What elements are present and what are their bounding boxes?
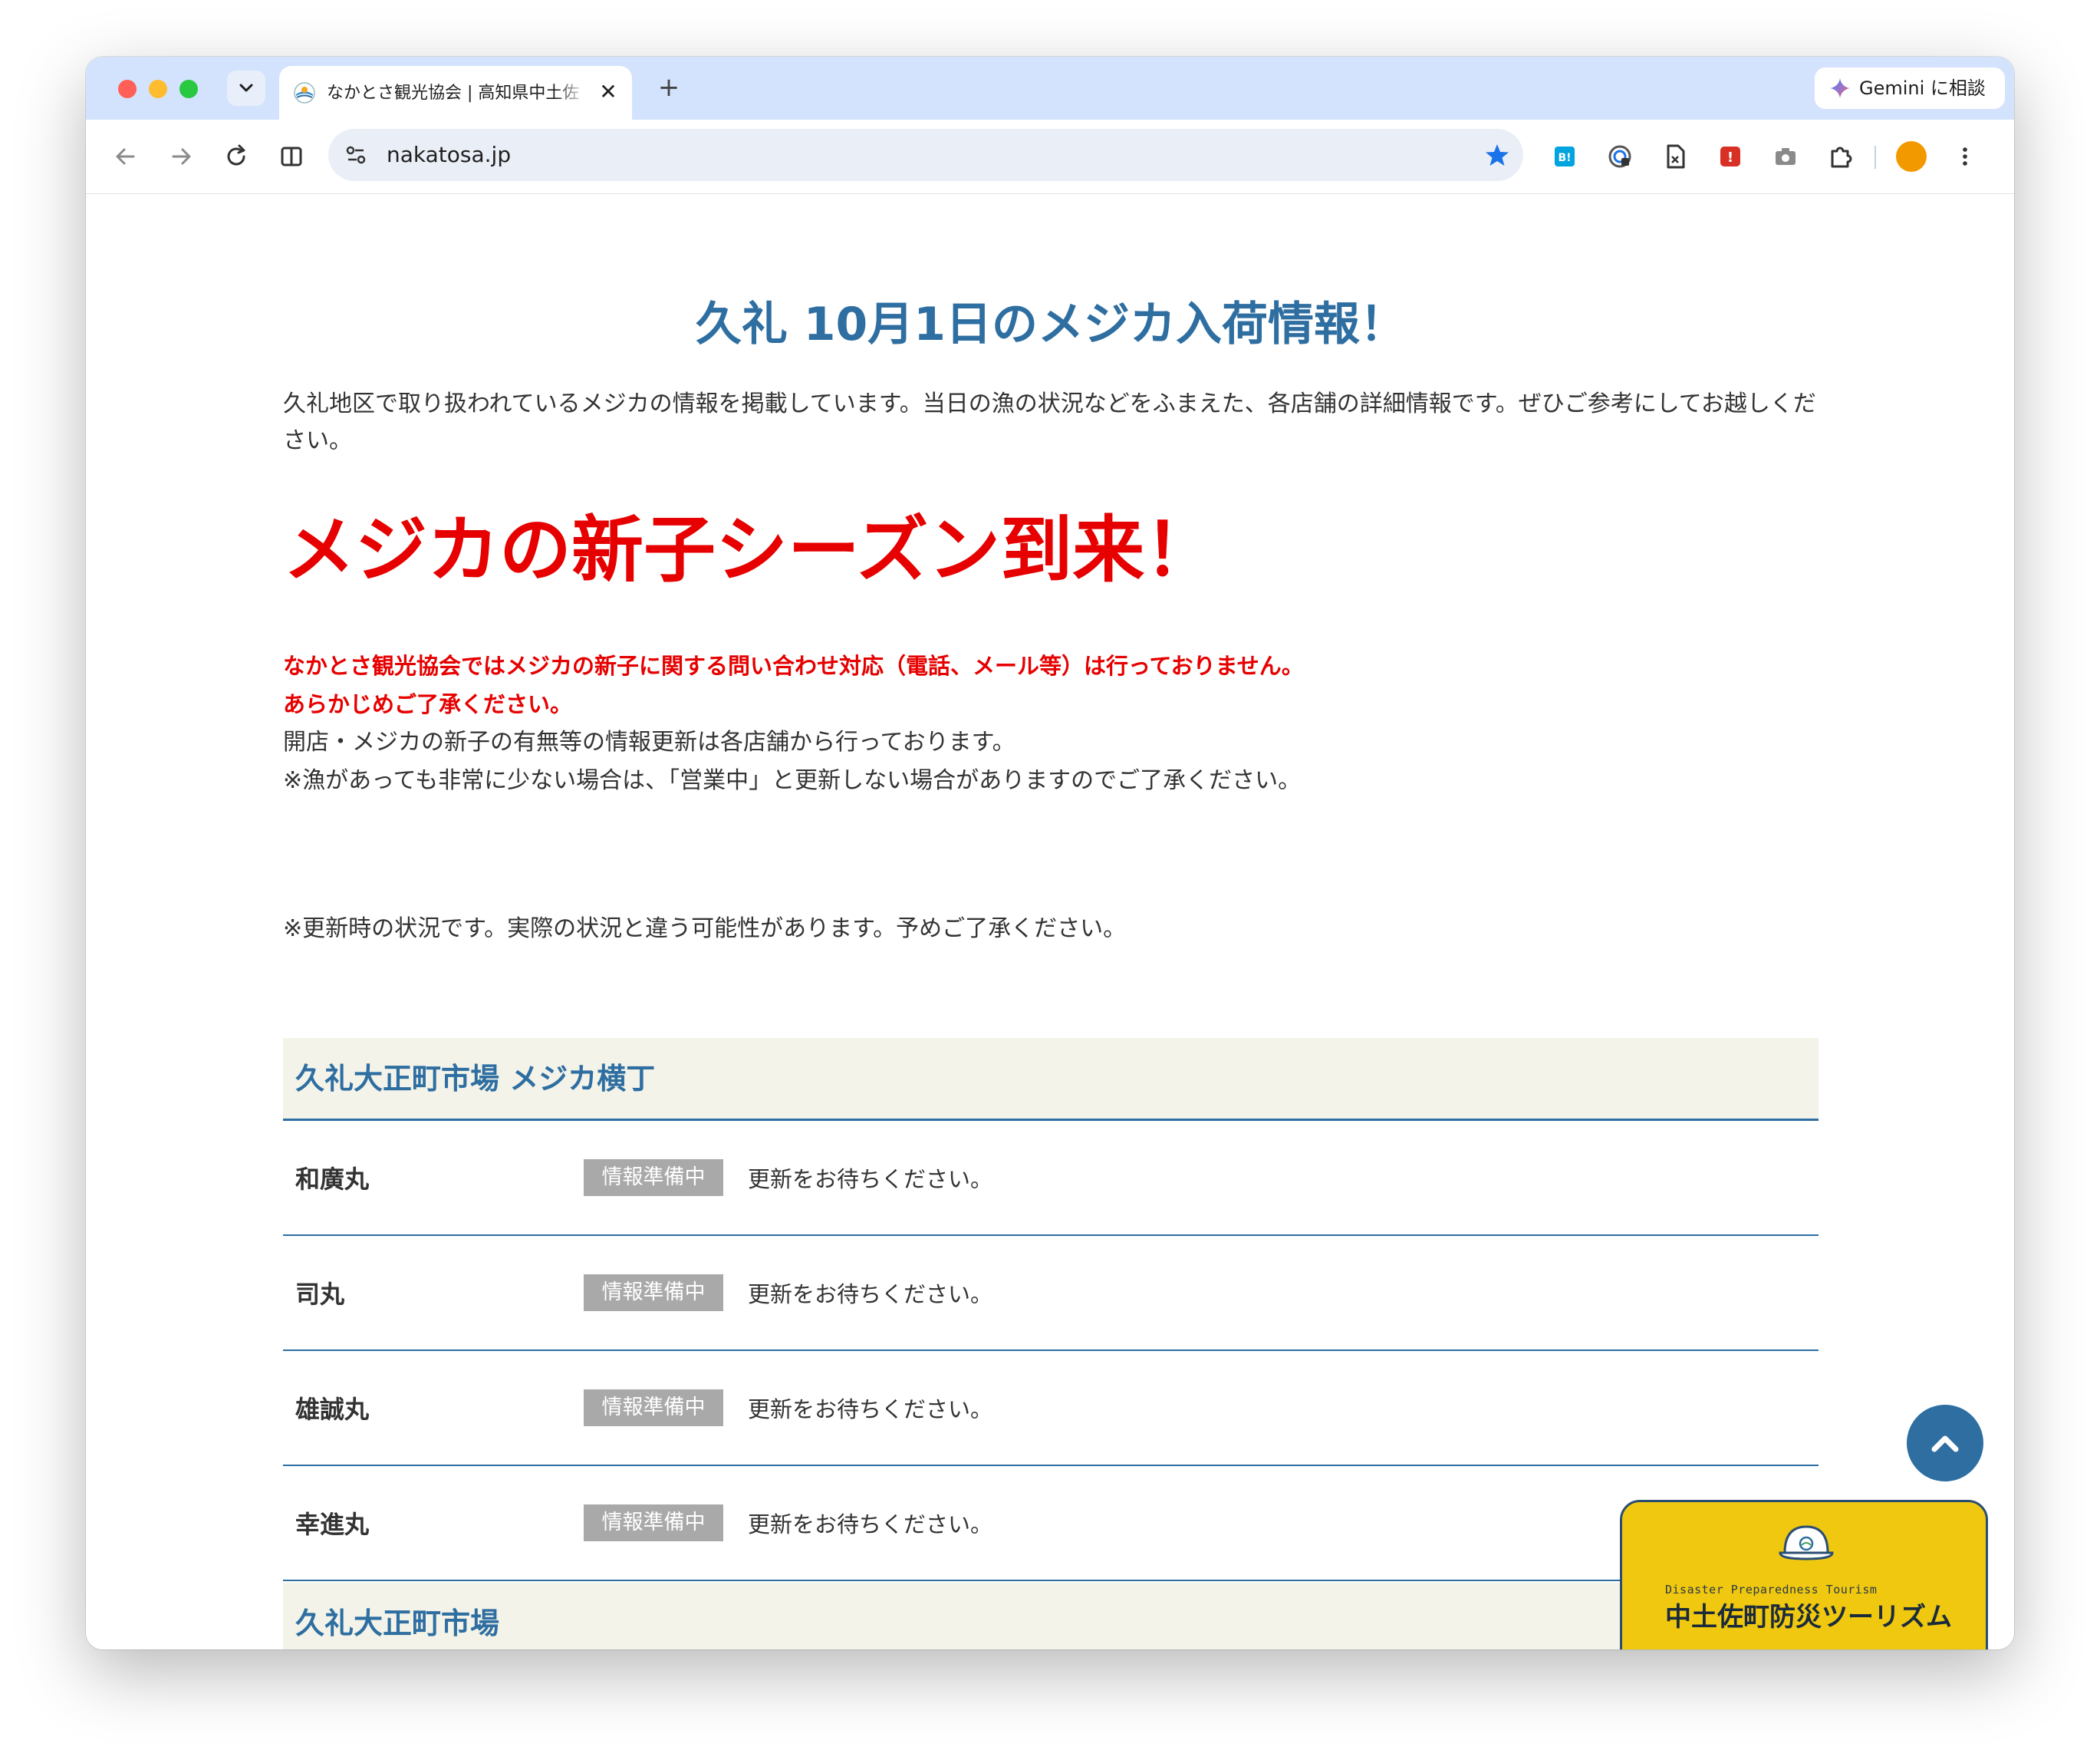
inquiry-notice: なかとさ観光協会ではメジカの新子に関する問い合わせ対応（電話、メール等）は行って… [283,647,1819,723]
browser-window: なかとさ観光協会 | 高知県中土佐 ✕ + Gemini に相談 nakatos… [86,57,2014,1649]
close-tab-button[interactable]: ✕ [597,81,620,104]
tab-strip: なかとさ観光協会 | 高知県中土佐 ✕ + Gemini に相談 [86,57,2014,120]
intro-text: 久礼地区で取り扱われているメジカの情報を掲載しています。当日の漁の状況などをふま… [283,390,1816,454]
page-icon[interactable] [1660,141,1690,172]
page-title: 久礼 10月1日のメジカ入荷情報！ [695,298,1407,351]
puzzle-icon[interactable] [1825,141,1856,172]
shop-row: 司丸 情報準備中 更新をお待ちください。 [283,1236,1819,1351]
status-message: 更新をお待ちください。 [748,1511,993,1537]
active-tab[interactable]: なかとさ観光協会 | 高知県中土佐 ✕ [279,66,632,120]
maximize-window-button[interactable] [179,80,198,98]
side-panel-icon[interactable] [276,141,307,172]
browser-toolbar: nakatosa.jp B! ! [86,120,2014,194]
red-extension-icon[interactable]: ! [1715,141,1746,172]
tab-search-button[interactable] [227,71,265,106]
update-info-text: 開店・メジカの新子の有無等の情報更新は各店舗から行っております。 [283,729,1015,756]
section-title: 久礼大正町市場 [295,1606,500,1640]
section-header-taishomachi-market: 久礼大正町市場 [283,1583,1819,1649]
more-menu-icon[interactable] [1950,141,1980,172]
svg-text:!: ! [1727,150,1733,166]
gemini-sparkle-icon [1830,78,1850,98]
minimize-window-button[interactable] [149,80,167,98]
toolbar-divider [1875,146,1876,169]
profile-avatar[interactable] [1896,141,1927,172]
chevron-up-icon [1931,1435,1959,1452]
gemini-button[interactable]: Gemini に相談 [1815,68,2005,109]
tab-title-fade [555,77,586,110]
shop-row: 和廣丸 情報準備中 更新をお待ちください。 [283,1121,1819,1236]
new-tab-button[interactable]: + [653,72,684,103]
section-header-mejika-yokocho: 久礼大正町市場 メジカ横丁 [283,1038,1819,1121]
page-content: 久礼 10月1日のメジカ入荷情報！ 久礼地区で取り扱われているメジカの情報を掲載… [86,194,2014,1649]
scroll-to-top-button[interactable] [1907,1405,1983,1481]
gemini-label: Gemini に相談 [1859,77,1986,99]
camera-icon[interactable] [1770,141,1801,172]
shop-name: 幸進丸 [295,1510,370,1539]
shop-name: 和廣丸 [295,1165,370,1194]
chevron-down-icon [239,84,253,92]
status-badge: 情報準備中 [584,1274,723,1311]
inquiry-notice-line-1: なかとさ観光協会ではメジカの新子に関する問い合わせ対応（電話、メール等）は行って… [283,653,1304,679]
site-favicon-icon [294,82,315,104]
shop-name: 司丸 [295,1280,345,1309]
shop-row: 幸進丸 情報準備中 更新をお待ちください。 [283,1466,1819,1581]
status-message: 更新をお待ちください。 [748,1166,993,1192]
forward-arrow-icon[interactable] [166,141,196,172]
reload-icon[interactable] [221,141,252,172]
banner-english-text: Disaster Preparedness Tourism [1665,1583,1878,1597]
shop-row: 雄誠丸 情報準備中 更新をお待ちください。 [283,1351,1819,1466]
hatena-bookmark-icon[interactable]: B! [1549,141,1580,172]
svg-text:B!: B! [1558,152,1571,164]
shop-name: 雄誠丸 [295,1395,370,1424]
site-settings-icon[interactable] [342,141,370,169]
close-window-button[interactable] [118,80,137,98]
banner-japanese-text: 中土佐町防災ツーリズム [1665,1602,1952,1633]
tab-title: なかとさ観光協会 | 高知県中土佐 [327,84,580,103]
status-message: 更新をお待ちください。 [748,1396,993,1422]
disaster-tourism-banner[interactable]: Disaster Preparedness Tourism 中土佐町防災ツーリズ… [1620,1500,1988,1649]
small-catch-note: ※漁があっても非常に少ない場合は、「営業中」と更新しない場合がありますのでご了承… [283,767,1302,794]
section-title: 久礼大正町市場 メジカ横丁 [295,1062,656,1096]
url-text[interactable]: nakatosa.jp [387,140,511,170]
status-disclaimer: ※更新時の状況です。実際の状況と違う可能性があります。予めご了承ください。 [283,915,1127,942]
status-message: 更新をお待ちください。 [748,1281,993,1307]
inquiry-notice-line-2: あらかじめご了承ください。 [283,691,573,717]
bookmark-star-icon[interactable] [1483,141,1511,169]
back-arrow-icon[interactable] [110,141,141,172]
helmet-icon [1779,1525,1834,1560]
status-badge: 情報準備中 [584,1159,723,1196]
address-bar[interactable]: nakatosa.jp [328,129,1523,181]
status-badge: 情報準備中 [584,1504,723,1541]
season-headline: メジカの新子シーズン到来！ [283,509,1217,592]
status-badge: 情報準備中 [584,1389,723,1426]
password-icon[interactable] [1605,141,1635,172]
